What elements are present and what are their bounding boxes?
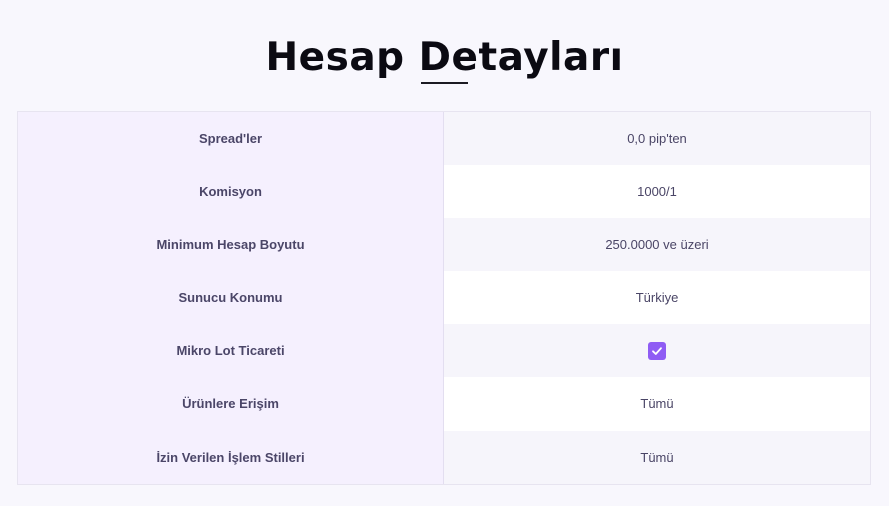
row-value-product-access: Tümü [444,377,870,430]
row-value-server-location: Türkiye [444,271,870,324]
page-title: Hesap Detayları [265,35,624,81]
row-value-commission: 1000/1 [444,165,870,218]
row-label-allowed-trading-styles: İzin Verilen İşlem Stilleri [156,450,305,465]
row-value-spreads: 0,0 pip'ten [444,112,870,165]
row-label-spreads: Spread'ler [198,131,263,146]
row-label-commission: Komisyon [199,184,262,199]
row-label-server-location: Sunucu Konumu [178,290,283,305]
row-label-minimum-account-size: Minimum Hesap Boyutu [156,237,305,252]
checkmark-checkbox-icon [648,341,666,360]
row-label-micro-lot-trading: Mikro Lot Ticareti [176,343,285,358]
title-divider [421,82,468,84]
row-value-allowed-trading-styles: Tümü [444,431,870,484]
label-column: Spread'ler Komisyon Minimum Hesap Boyutu… [18,112,444,484]
value-column: 0,0 pip'ten 1000/1 250.0000 ve üzeri Tür… [444,112,870,484]
row-label-product-access: Ürünlere Erişim [182,396,279,411]
account-details-table: Spread'ler Komisyon Minimum Hesap Boyutu… [17,111,871,485]
row-value-micro-lot-trading [444,324,870,377]
row-value-minimum-account-size: 250.0000 ve üzeri [444,218,870,271]
